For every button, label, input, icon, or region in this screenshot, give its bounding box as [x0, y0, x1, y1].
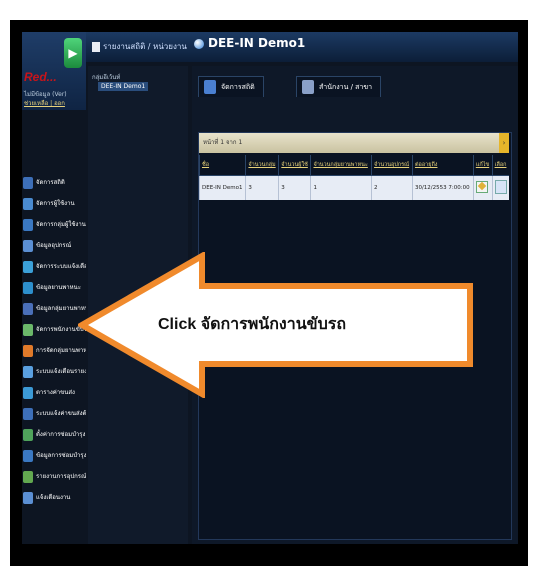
- edit-cell[interactable]: [472, 175, 493, 200]
- menu-item-icon: [23, 470, 33, 483]
- select-icon[interactable]: [494, 180, 507, 194]
- table-cell: 1: [310, 175, 372, 200]
- tab-office[interactable]: สำนักงาน / สาขา: [296, 76, 382, 97]
- sidebar-item-label: จัดการผู้ใช้งาน: [36, 200, 75, 207]
- sidebar-item[interactable]: จัดการพนักงานขับรถ: [22, 319, 86, 340]
- table-header: ชื่อ จำนวนกลุ่ม จำนวนผู้ใช้ จำนวนกลุ่มยานพา…: [198, 155, 509, 176]
- sidebar-item[interactable]: ข้อมูลอุปกรณ์: [22, 235, 86, 256]
- logo-area: ▶ Red... ไม่มีข้อมูล (Ver) ช่วยเหลือ | อ…: [22, 32, 86, 110]
- document-icon: [92, 41, 100, 52]
- sidebar-item[interactable]: จัดการระบบแจ้งเตือน: [22, 256, 86, 277]
- menu-item-icon: [23, 218, 33, 231]
- user-links[interactable]: ช่วยเหลือ | ออก: [24, 99, 82, 108]
- sidebar-item-label: ข้อมูลยานพาหนะ: [36, 284, 81, 291]
- callout-label: Click จัดการพนักงานขับรถ: [158, 312, 346, 337]
- column-header[interactable]: ชื่อ: [198, 155, 246, 176]
- sidebar-item-label: ข้อมูลอุปกรณ์: [36, 242, 72, 249]
- table-row: DEE-IN Demo1 3 3 1 2 30/12/2553 7:00:00: [198, 175, 509, 200]
- menu-item-icon: [23, 197, 33, 210]
- user-info: ไม่มีข้อมูล (Ver): [24, 91, 67, 98]
- column-header[interactable]: จำนวนอุปกรณ์: [371, 155, 413, 176]
- column-header[interactable]: จำนวนกลุ่ม: [245, 155, 279, 176]
- column-header[interactable]: จำนวนผู้ใช้: [278, 155, 311, 176]
- table-cell: 30/12/2553 7:00:00: [411, 175, 474, 200]
- menu-item-icon: [23, 302, 33, 315]
- column-header[interactable]: แก้ไข: [472, 155, 493, 176]
- sidebar-item[interactable]: ระบบแจ้งค่าขนส่งต้น: [22, 403, 86, 424]
- menu-item-icon: [23, 428, 33, 441]
- printer-icon: [302, 80, 314, 94]
- sidebar-item[interactable]: ระบบแจ้งเตือนรายงาน: [22, 361, 86, 382]
- column-header[interactable]: จำนวนกลุ่มยานพาหนะ: [310, 155, 372, 176]
- sidebar-item[interactable]: ข้อมูลกลุ่มยานพาหนะ: [22, 298, 86, 319]
- sidebar-item-label: จัดการกลุ่มผู้ใช้งาน: [36, 221, 86, 228]
- sidebar-item[interactable]: ข้อมูลยานพาหนะ: [22, 277, 86, 298]
- table-cell: DEE-IN Demo1: [198, 175, 246, 200]
- menu-item-icon: [23, 281, 33, 294]
- sidebar-item-label: ระบบแจ้งค่าขนส่งต้น: [36, 410, 86, 417]
- breadcrumb: รายงานสถิติ / หน่วยงาน: [92, 40, 187, 53]
- menu-item-icon: [23, 491, 33, 504]
- menu-item-icon: [23, 176, 33, 189]
- menu-item-icon: [23, 344, 33, 357]
- pager-next-button[interactable]: ›: [499, 133, 509, 153]
- sidebar-item-label: จัดการสถิติ: [36, 179, 65, 186]
- sidebar-item[interactable]: การจัดกลุ่มยานพาหนะ: [22, 340, 86, 361]
- page-title: DEE-IN Demo1: [194, 36, 305, 50]
- tab-stats[interactable]: จัดการสถิติ: [198, 76, 264, 97]
- user-block: ไม่มีข้อมูล (Ver) ช่วยเหลือ | ออก: [24, 90, 82, 108]
- menu-item-icon: [23, 323, 33, 336]
- table-cell: 2: [371, 175, 413, 200]
- callout-prefix: Click: [158, 316, 197, 333]
- select-cell[interactable]: [491, 175, 509, 200]
- page-title-text: DEE-IN Demo1: [208, 36, 306, 50]
- table-cell: 3: [245, 175, 279, 200]
- pager: หน้าที่ 1 จาก 1 ›: [199, 133, 509, 153]
- sidebar-item[interactable]: รายงานการอุปกรณ์: [22, 466, 86, 487]
- sidebar-item-label: ตั้งค่าการซ่อมบำรุง: [36, 431, 86, 438]
- menu-item-icon: [23, 365, 33, 378]
- sidebar-item[interactable]: จัดการกลุ่มผู้ใช้งาน: [22, 214, 86, 235]
- menu-item-icon: [23, 449, 33, 462]
- logo-badge-icon: ▶: [64, 38, 82, 68]
- sidebar-item-label: รายงานการอุปกรณ์: [36, 473, 86, 480]
- logo: Red...: [24, 70, 57, 84]
- sidebar-item-label: ข้อมูลการซ่อมบำรุง: [36, 452, 86, 459]
- sidebar-item[interactable]: ข้อมูลการซ่อมบำรุง: [22, 445, 86, 466]
- sidebar-item[interactable]: จัดการสถิติ: [22, 172, 86, 193]
- sidebar-item[interactable]: แจ้งเตือนงาน: [22, 487, 86, 508]
- sidebar-item[interactable]: จัดการผู้ใช้งาน: [22, 193, 86, 214]
- column-header[interactable]: ต่ออายุถึง: [411, 155, 474, 176]
- menu-item-icon: [23, 386, 33, 399]
- menu-item-icon: [23, 260, 33, 273]
- menu-item-icon: [23, 239, 33, 252]
- org-table: ชื่อ จำนวนกลุ่ม จำนวนผู้ใช้ จำนวนกลุ่มยานพา…: [198, 155, 509, 200]
- person-icon: [204, 80, 216, 94]
- menu-item-icon: [23, 407, 33, 420]
- sidebar-menu: จัดการสถิติจัดการผู้ใช้งานจัดการกลุ่มผู้…: [22, 172, 86, 508]
- sidebar-item-label: ตารางค่าขนส่ง: [36, 389, 75, 396]
- pager-text: หน้าที่ 1 จาก 1: [203, 139, 243, 146]
- edit-icon[interactable]: [475, 181, 488, 193]
- tab-label: สำนักงาน / สาขา: [319, 83, 373, 91]
- instruction-callout: Click จัดการพนักงานขับรถ: [78, 252, 476, 398]
- sidebar-item[interactable]: ตารางค่าขนส่ง: [22, 382, 86, 403]
- tree-root[interactable]: กลุ่มอีเว้นท์: [92, 72, 120, 82]
- table-cell: 3: [278, 175, 311, 200]
- sidebar-item-label: แจ้งเตือนงาน: [36, 494, 71, 501]
- tab-label: จัดการสถิติ: [221, 83, 255, 91]
- globe-icon: [194, 38, 204, 49]
- sidebar-item[interactable]: ตั้งค่าการซ่อมบำรุง: [22, 424, 86, 445]
- column-header[interactable]: เลือก: [491, 155, 509, 176]
- breadcrumb-text[interactable]: รายงานสถิติ / หน่วยงาน: [103, 42, 187, 51]
- callout-text: จัดการพนักงานขับรถ: [200, 316, 347, 333]
- tree-node-selected[interactable]: DEE-IN Demo1: [98, 82, 149, 91]
